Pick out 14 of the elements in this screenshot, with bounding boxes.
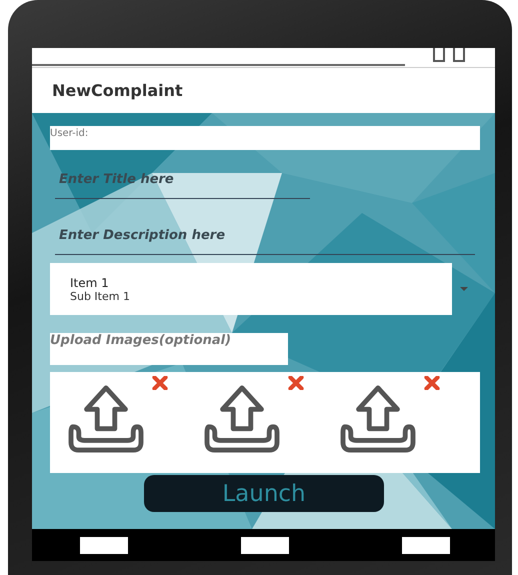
home-key[interactable]: [241, 536, 289, 554]
caret-icon: [460, 287, 468, 291]
user-id-field[interactable]: User-id:: [50, 126, 480, 150]
description-field[interactable]: Enter Description here: [55, 217, 475, 255]
launch-button[interactable]: Launch: [144, 475, 384, 512]
dropdown[interactable]: Item 1 Sub Item 1: [50, 263, 452, 315]
remove-icon[interactable]: [152, 376, 168, 390]
remove-icon[interactable]: [288, 376, 304, 390]
title-field[interactable]: Enter Title here: [55, 161, 310, 199]
back-key[interactable]: [80, 536, 128, 554]
recents-key[interactable]: [402, 536, 450, 554]
upload-label: Upload Images(optional): [50, 333, 288, 365]
app-title: NewComplaint: [52, 81, 183, 100]
remove-icon[interactable]: [424, 376, 440, 390]
